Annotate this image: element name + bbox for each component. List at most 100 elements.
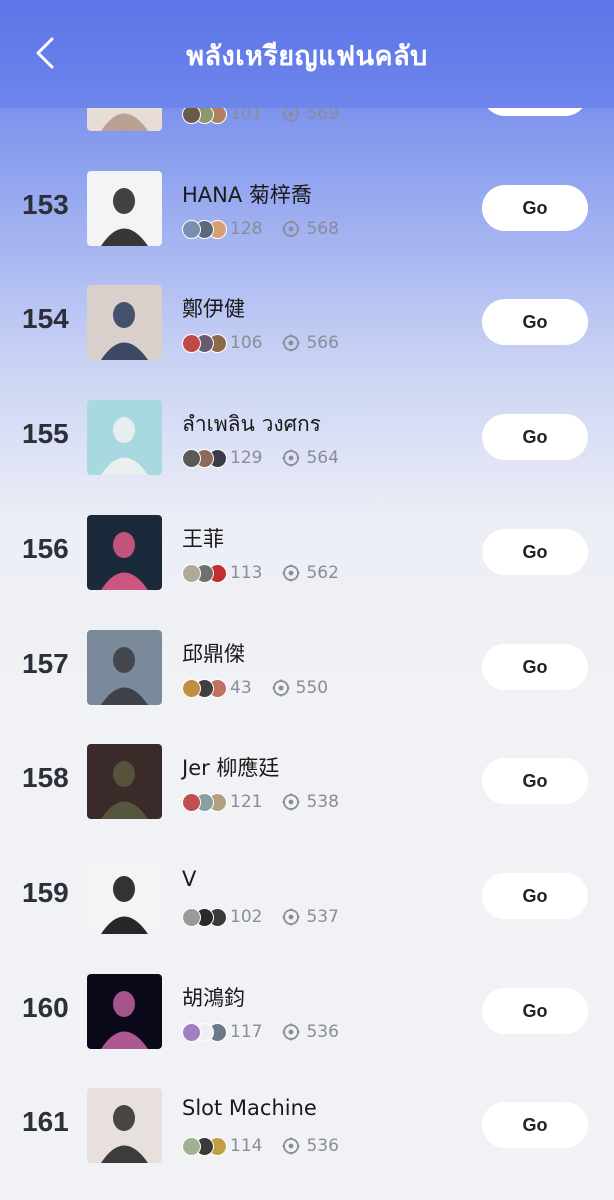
fan-avatars: [182, 448, 230, 468]
rank-number: 160: [22, 992, 69, 1023]
coin-score: 562: [306, 563, 339, 583]
artist-photo[interactable]: [87, 515, 162, 590]
artist-name: HANA 菊梓喬: [182, 183, 312, 207]
rank-number: 158: [22, 762, 69, 793]
fan-avatars: [182, 1136, 230, 1156]
list-item: 158 Jer 柳應廷 121 538 Go: [0, 744, 614, 820]
avatar: [182, 219, 201, 239]
avatar: [182, 563, 201, 583]
fan-avatars: [182, 907, 230, 927]
page-title: พลังเหรียญแฟนคลับ: [186, 41, 428, 72]
artist-name: 王菲: [182, 527, 224, 551]
list-item: 157 邱鼎傑 43 550 Go: [0, 630, 614, 706]
coin-score: 537: [306, 907, 339, 927]
list-item: 154 鄭伊健 106 566 Go: [0, 285, 614, 361]
artist-stats: 121 538: [182, 790, 339, 814]
go-button[interactable]: Go: [482, 873, 588, 919]
go-button[interactable]: Go: [482, 758, 588, 804]
artist-name: 胡鴻鈞: [182, 986, 245, 1010]
fan-avatars: [182, 563, 230, 583]
fan-avatars: [182, 333, 230, 353]
target-icon: [282, 793, 300, 811]
artist-photo[interactable]: [87, 1088, 162, 1163]
go-button[interactable]: Go: [482, 185, 588, 231]
avatar: [182, 907, 201, 927]
list-item: 161 Slot Machine 114 536 Go: [0, 1088, 614, 1164]
target-icon: [282, 220, 300, 238]
fan-count: 114: [230, 1136, 263, 1156]
rank-number: 155: [22, 418, 69, 449]
rank-number: 159: [22, 877, 69, 908]
artist-stats: 128 568: [182, 217, 339, 241]
artist-stats: 117 536: [182, 1020, 339, 1044]
avatar: [182, 792, 201, 812]
artist-name: 鄭伊健: [182, 297, 245, 321]
list-item: 153 HANA 菊梓喬 128 568 Go: [0, 171, 614, 247]
artist-photo[interactable]: [87, 974, 162, 1049]
rank-number: 161: [22, 1106, 69, 1137]
artist-name: Jer 柳應廷: [182, 756, 280, 780]
artist-photo[interactable]: [87, 171, 162, 246]
list-item: 156 王菲 113 562 Go: [0, 515, 614, 591]
fan-avatars: [182, 678, 230, 698]
artist-stats: 43 550: [182, 676, 328, 700]
target-icon: [282, 908, 300, 926]
list-item: 155 ลำเพลิน วงศกร 129 564 Go: [0, 400, 614, 476]
fan-count: 129: [230, 448, 263, 468]
fan-count: 102: [230, 907, 263, 927]
go-button[interactable]: Go: [482, 299, 588, 345]
target-icon: [282, 1137, 300, 1155]
coin-score: 566: [306, 333, 339, 353]
fan-avatars: [182, 1022, 230, 1042]
list-item: 159 V 102 537 Go: [0, 859, 614, 935]
artist-name: Slot Machine: [182, 1096, 317, 1120]
fan-count: 121: [230, 792, 263, 812]
artist-name: ลำเพลิน วงศกร: [182, 412, 321, 436]
target-icon: [282, 564, 300, 582]
artist-stats: 113 562: [182, 561, 339, 585]
go-button[interactable]: Go: [482, 644, 588, 690]
avatar: [182, 448, 201, 468]
coin-score: 568: [306, 219, 339, 239]
artist-photo[interactable]: [87, 744, 162, 819]
target-icon: [272, 679, 290, 697]
artist-photo[interactable]: [87, 859, 162, 934]
rank-number: 153: [22, 189, 69, 220]
app-header: พลังเหรียญแฟนคลับ: [0, 0, 614, 108]
avatar: [182, 1022, 201, 1042]
target-icon: [282, 334, 300, 352]
rank-number: 154: [22, 303, 69, 334]
artist-photo[interactable]: [87, 630, 162, 705]
rank-number: 156: [22, 533, 69, 564]
fan-count: 117: [230, 1022, 263, 1042]
fan-avatars: [182, 219, 230, 239]
list-item: 160 胡鴻鈞 117 536 Go: [0, 974, 614, 1050]
artist-photo[interactable]: [87, 400, 162, 475]
coin-score: 538: [306, 792, 339, 812]
avatar: [182, 1136, 201, 1156]
target-icon: [282, 1023, 300, 1041]
go-button[interactable]: Go: [482, 988, 588, 1034]
go-button[interactable]: Go: [482, 414, 588, 460]
coin-score: 536: [306, 1136, 339, 1156]
artist-stats: 129 564: [182, 446, 339, 470]
artist-name: 邱鼎傑: [182, 642, 245, 666]
go-button[interactable]: Go: [482, 529, 588, 575]
coin-score: 550: [295, 678, 329, 698]
rank-number: 157: [22, 648, 69, 679]
artist-photo[interactable]: [87, 285, 162, 360]
artist-stats: 114 536: [182, 1134, 339, 1158]
fan-count: 128: [230, 219, 263, 239]
fan-avatars: [182, 792, 230, 812]
artist-name: V: [182, 867, 197, 891]
fan-count: 106: [230, 333, 263, 353]
avatar: [182, 678, 201, 698]
go-button[interactable]: Go: [482, 1102, 588, 1148]
coin-score: 536: [306, 1022, 339, 1042]
artist-stats: 106 566: [182, 331, 339, 355]
fan-count: 113: [230, 563, 263, 583]
avatar: [182, 333, 201, 353]
fan-count: 43: [230, 678, 252, 698]
coin-score: 564: [306, 448, 339, 468]
target-icon: [282, 449, 300, 467]
